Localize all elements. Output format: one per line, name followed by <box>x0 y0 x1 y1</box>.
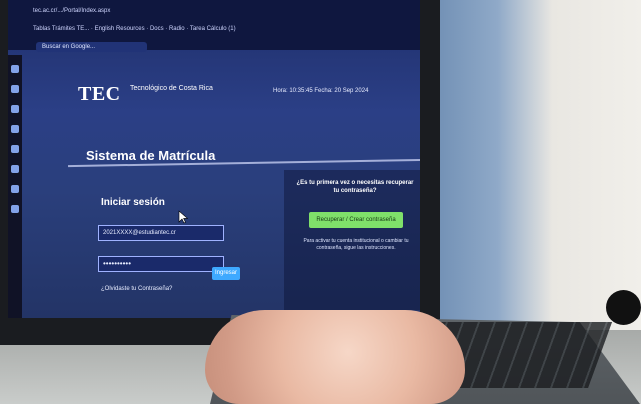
tec-logo-text: TEC <box>78 83 121 105</box>
login-heading: Iniciar sesión <box>101 197 165 208</box>
datetime-meta: Hora: 10:35:45 Fecha: 20 Sep 2024 <box>273 88 369 94</box>
laptop-screen-bezel: tec.ac.cr/.../Portal/Index.aspx Tablas T… <box>0 0 440 345</box>
hand-on-keyboard <box>205 310 465 404</box>
password-input[interactable]: •••••••••• <box>98 256 224 272</box>
dock-icon[interactable] <box>11 65 19 73</box>
dock-icon[interactable] <box>11 205 19 213</box>
login-button[interactable]: Ingresar <box>212 267 240 280</box>
bookmark-item[interactable]: Docs · Radio <box>150 26 185 32</box>
tec-logo-subtitle: Tecnológico de Costa Rica <box>130 85 213 92</box>
account-help-panel: ¿Es tu primera vez o necesitas recuperar… <box>284 170 420 310</box>
mouse-pointer-icon <box>178 210 188 224</box>
mouse-device <box>606 290 641 325</box>
bookmarks-bar: Tablas Trámites TE... · English Resource… <box>33 26 236 32</box>
dock-icon[interactable] <box>11 85 19 93</box>
bookmark-item[interactable]: English Resources <box>95 26 145 32</box>
side-dock <box>8 55 22 318</box>
dock-icon[interactable] <box>11 185 19 193</box>
dock-icon[interactable] <box>11 145 19 153</box>
laptop-screen: tec.ac.cr/.../Portal/Index.aspx Tablas T… <box>8 0 420 318</box>
address-bar[interactable]: tec.ac.cr/.../Portal/Index.aspx <box>33 8 410 18</box>
search-input[interactable]: Buscar en Google... <box>36 42 147 52</box>
dock-icon[interactable] <box>11 105 19 113</box>
panel-question: ¿Es tu primera vez o necesitas recuperar… <box>296 180 414 194</box>
bookmark-item[interactable]: Tablas Trámites TE... <box>33 26 89 32</box>
tec-logo: TEC Tecnológico de Costa Rica <box>78 83 213 106</box>
page-title: Sistema de Matrícula <box>86 148 216 163</box>
browser-chrome: tec.ac.cr/.../Portal/Index.aspx Tablas T… <box>8 0 420 52</box>
username-input[interactable]: 2021XXXX@estudiantec.cr <box>98 225 224 241</box>
dock-icon[interactable] <box>11 165 19 173</box>
panel-note: Para activar tu cuenta institucional o c… <box>303 238 409 251</box>
dock-icon[interactable] <box>11 125 19 133</box>
bookmark-item[interactable]: Tarea Cálculo (1) <box>190 26 236 32</box>
panel-primary-button[interactable]: Recuperar / Crear contraseña <box>309 212 403 228</box>
forgot-password-link[interactable]: ¿Olvidaste tu Contraseña? <box>101 286 172 292</box>
